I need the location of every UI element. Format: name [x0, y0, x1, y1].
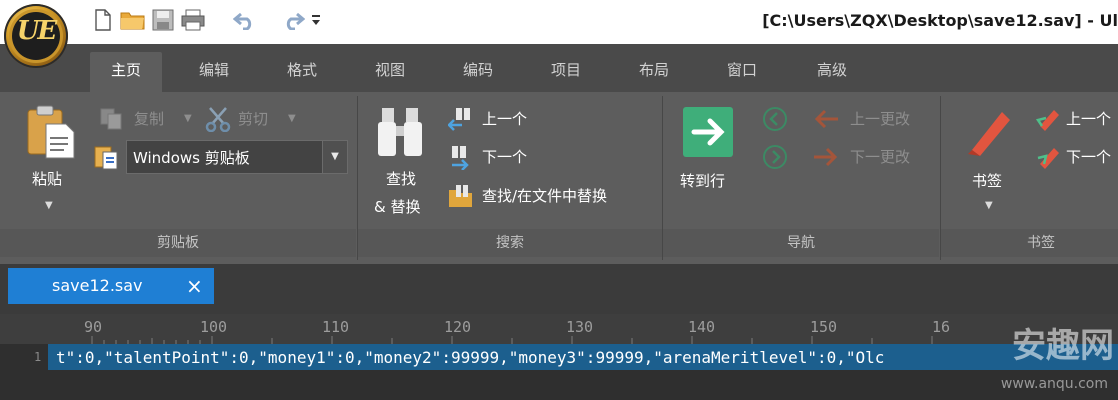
find-previous-label: 上一个 — [482, 110, 528, 128]
tab-encoding[interactable]: 编码 — [442, 52, 514, 92]
goto-line-label: 转到行 — [680, 172, 726, 190]
find-previous-button[interactable]: 上一个 — [448, 106, 544, 132]
bookmark-label: 书签 — [972, 172, 1003, 190]
logo-text: UE — [16, 16, 58, 46]
paste-dropdown-arrow[interactable]: ▼ — [45, 200, 53, 211]
group-label-clipboard: 剪贴板 — [0, 229, 356, 257]
find-next-label: 下一个 — [482, 148, 528, 166]
previous-bookmark-icon — [1035, 110, 1059, 131]
tab-home[interactable]: 主页 — [90, 52, 162, 92]
clipboard-select[interactable]: Windows 剪贴板 ▼ — [126, 140, 348, 174]
clipboard-select-value: Windows 剪贴板 — [133, 149, 250, 167]
find-in-files-icon — [449, 185, 472, 207]
bookmark-dropdown-arrow[interactable]: ▼ — [985, 200, 993, 211]
ruler-label: 120 — [444, 318, 472, 336]
ruler-label: 140 — [688, 318, 716, 336]
tab-project[interactable]: 项目 — [530, 52, 602, 92]
group-label-search: 搜索 — [358, 229, 662, 257]
tab-view[interactable]: 视图 — [354, 52, 426, 92]
copy-dropdown-arrow[interactable]: ▼ — [184, 113, 192, 124]
new-file-icon[interactable] — [88, 6, 118, 34]
clipboard-select-arrow[interactable]: ▼ — [322, 141, 347, 173]
watermark-logo: 安趣网 — [1012, 326, 1114, 366]
copy-label: 复制 — [134, 110, 165, 128]
find-in-files-button[interactable]: 查找/在文件中替换 — [448, 182, 654, 210]
undo-icon[interactable] — [230, 6, 260, 34]
window-title: [C:\Users\ZQX\Desktop\save12.sav] - Ul — [762, 11, 1118, 30]
line-number: 1 — [34, 350, 42, 364]
previous-change-icon — [814, 109, 838, 129]
find-next-button[interactable]: 下一个 — [448, 144, 544, 170]
find-replace-button[interactable]: 查找 & 替换 — [370, 104, 442, 224]
app-logo[interactable]: UE — [4, 4, 68, 68]
scissors-icon — [205, 107, 231, 132]
code-text[interactable]: t":0,"talentPoint":0,"money1":0,"money2"… — [56, 348, 884, 367]
nav-back-icon[interactable] — [762, 106, 788, 132]
qat-dropdown-icon[interactable] — [308, 6, 324, 34]
find-replace-label-2: & 替换 — [374, 198, 421, 216]
next-change-label: 下一更改 — [850, 148, 911, 166]
ruler-label: 90 — [84, 318, 103, 336]
find-in-files-label: 查找/在文件中替换 — [482, 187, 608, 205]
ruler-label: 110 — [322, 318, 350, 336]
redo-icon[interactable] — [278, 6, 308, 34]
previous-bookmark-button[interactable]: 上一个 — [1034, 106, 1118, 132]
ruler-ticks — [91, 336, 933, 344]
ruler-label: 16 — [932, 318, 951, 336]
group-label-bookmarks: 书签 — [941, 229, 1118, 257]
copy-icon — [100, 108, 122, 130]
document-tab[interactable]: save12.sav × — [8, 268, 214, 304]
tab-window[interactable]: 窗口 — [706, 52, 778, 92]
find-up-icon — [448, 108, 470, 131]
cut-button[interactable]: 剪切 ▼ — [204, 106, 300, 132]
bookmark-icon — [968, 112, 1010, 156]
copy-button[interactable]: 复制 ▼ — [100, 106, 192, 132]
tab-advanced[interactable]: 高级 — [796, 52, 868, 92]
group-label-navigation: 导航 — [663, 229, 939, 257]
nav-forward-icon[interactable] — [762, 144, 788, 170]
bookmark-button[interactable]: 书签 ▼ — [960, 104, 1020, 224]
previous-change-button[interactable]: 上一更改 — [812, 106, 932, 132]
next-bookmark-label: 下一个 — [1066, 148, 1112, 166]
goto-line-button[interactable]: 转到行 — [674, 104, 746, 224]
next-bookmark-button[interactable]: 下一个 — [1034, 144, 1118, 170]
save-icon[interactable] — [148, 6, 178, 34]
cut-label: 剪切 — [238, 110, 269, 128]
cut-dropdown-arrow[interactable]: ▼ — [288, 113, 296, 124]
binoculars-icon — [378, 108, 422, 156]
watermark-url: www.anqu.com — [1000, 376, 1108, 392]
paste-label: 粘贴 — [32, 170, 63, 188]
ruler-label: 100 — [200, 318, 228, 336]
previous-change-label: 上一更改 — [850, 110, 911, 128]
find-replace-label-1: 查找 — [386, 170, 417, 188]
paste-icon — [27, 105, 75, 159]
next-change-icon — [814, 147, 838, 167]
clipboard-list-icon — [94, 146, 118, 170]
previous-bookmark-label: 上一个 — [1066, 110, 1112, 128]
document-tab-name: save12.sav — [52, 276, 143, 295]
goto-arrow-icon — [683, 107, 733, 157]
quick-access-toolbar — [88, 6, 324, 34]
next-change-button[interactable]: 下一更改 — [812, 144, 932, 170]
ruler-label: 150 — [810, 318, 838, 336]
find-down-icon — [452, 146, 469, 170]
tab-edit[interactable]: 编辑 — [178, 52, 250, 92]
ruler-label: 130 — [566, 318, 594, 336]
next-bookmark-icon — [1037, 148, 1059, 169]
column-ruler: 90 100 110 120 130 140 150 16 — [0, 314, 1118, 344]
open-folder-icon[interactable] — [118, 6, 148, 34]
close-icon[interactable]: × — [186, 274, 203, 298]
tab-format[interactable]: 格式 — [266, 52, 338, 92]
tab-layout[interactable]: 布局 — [618, 52, 690, 92]
print-icon[interactable] — [178, 6, 208, 34]
paste-button[interactable]: 粘贴 ▼ — [22, 104, 80, 224]
